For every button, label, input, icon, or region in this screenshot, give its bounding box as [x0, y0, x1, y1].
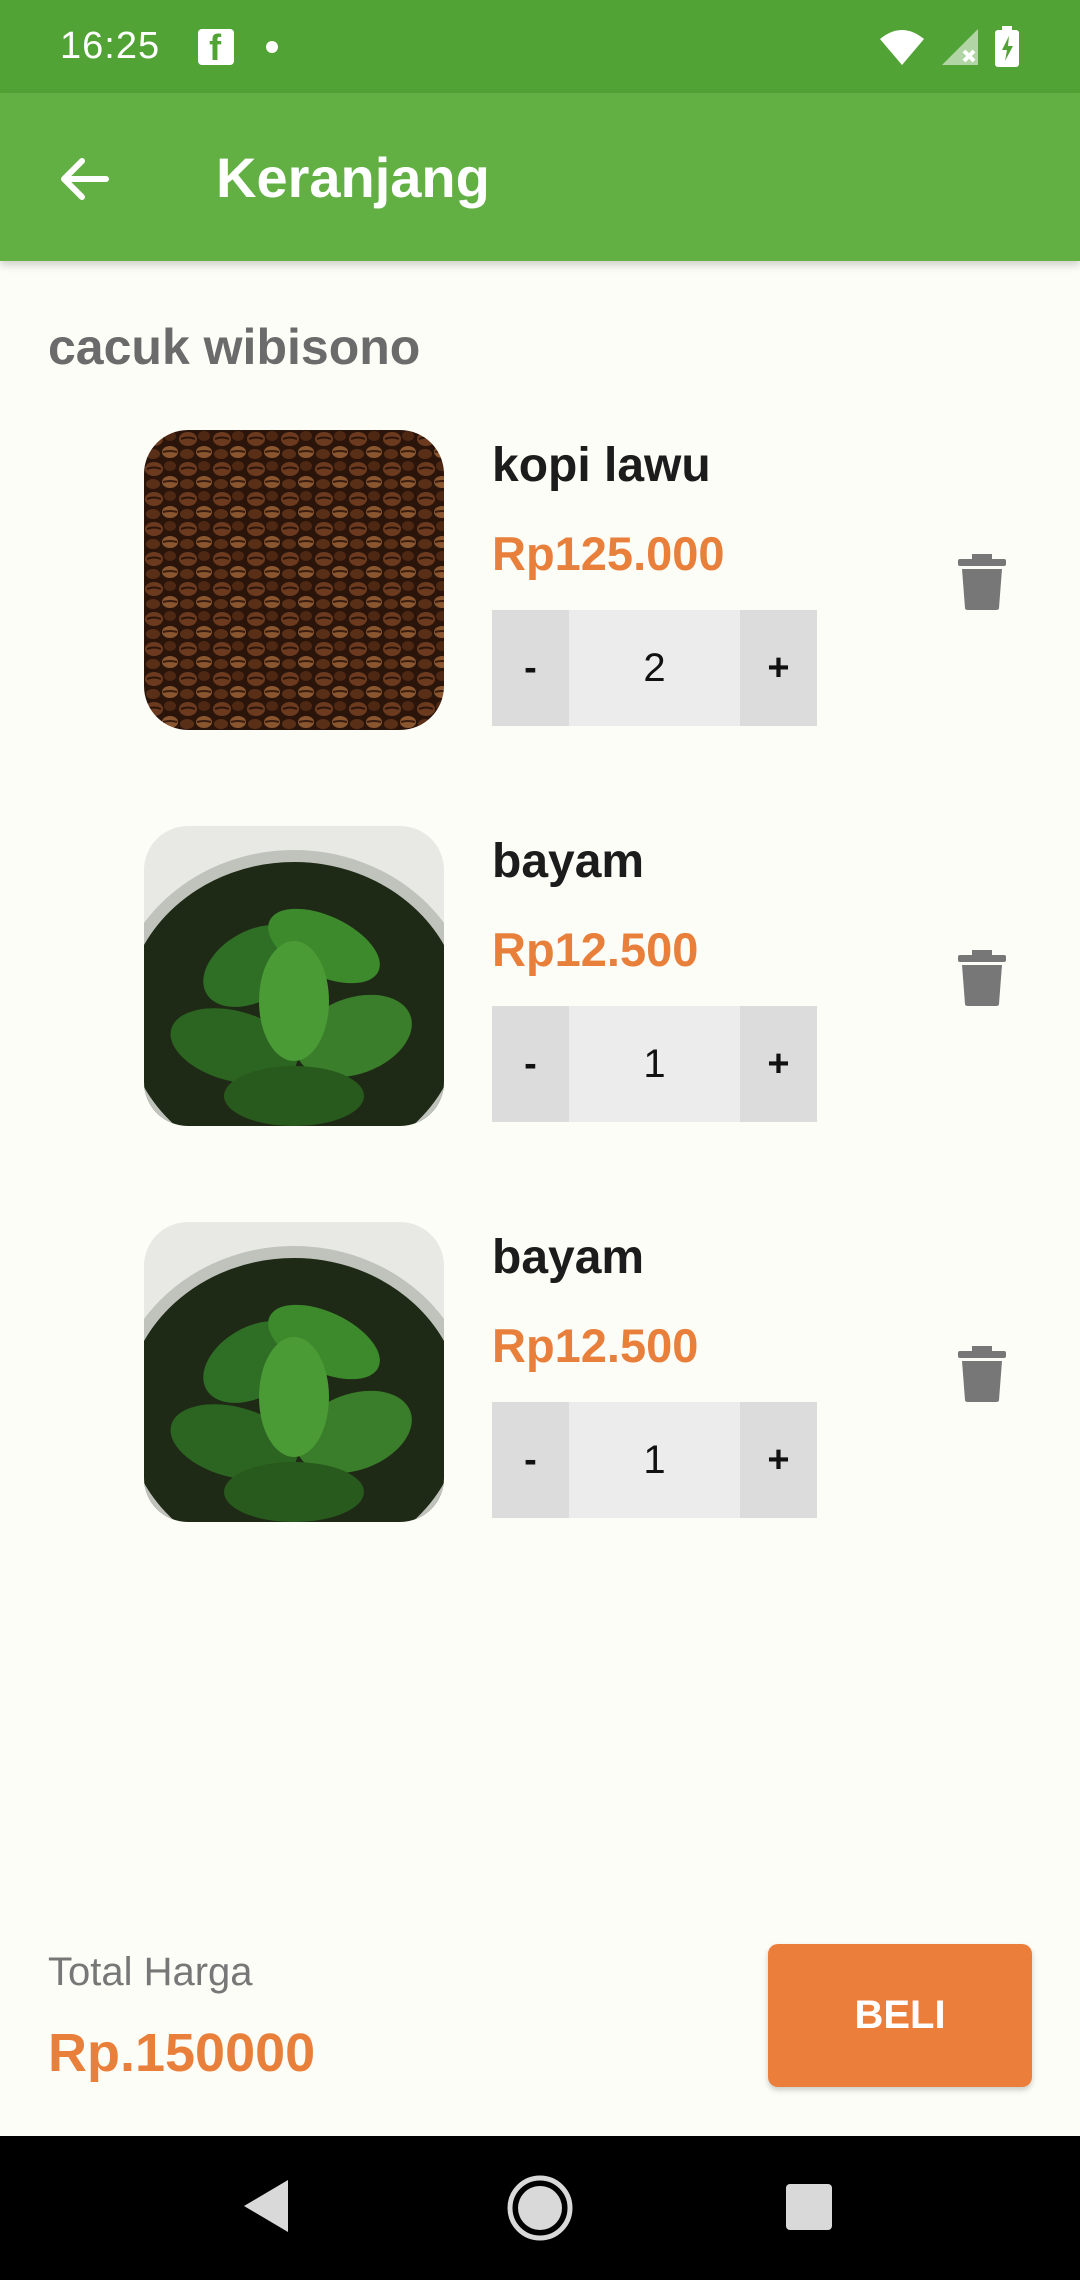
decrease-button[interactable]: -: [492, 1006, 569, 1122]
product-image-coffee[interactable]: [144, 430, 444, 730]
product-price: Rp125.000: [492, 527, 725, 580]
delete-icon[interactable]: [958, 554, 1006, 610]
buy-button[interactable]: BELI: [768, 1944, 1032, 2087]
total-label: Total Harga: [48, 1950, 253, 1994]
total-value: Rp.150000: [48, 2023, 316, 2083]
quantity-stepper: - 1 +: [492, 1006, 817, 1122]
quantity-stepper: - 1 +: [492, 1402, 817, 1518]
product-price: Rp12.500: [492, 1319, 699, 1372]
recents-square-icon[interactable]: [786, 2184, 832, 2230]
product-image-spinach[interactable]: [144, 1222, 444, 1522]
product-name: bayam: [492, 1231, 645, 1284]
home-circle-icon[interactable]: [506, 2174, 574, 2242]
arrow-back-icon[interactable]: [54, 149, 114, 209]
facebook-icon: [198, 27, 235, 69]
increase-button[interactable]: +: [740, 1402, 817, 1518]
product-name: kopi lawu: [492, 439, 711, 492]
battery-icon: [995, 26, 1019, 67]
delete-icon[interactable]: [958, 950, 1006, 1006]
delete-icon[interactable]: [958, 1346, 1006, 1402]
navigation-bar: [0, 2136, 1080, 2280]
product-image-spinach[interactable]: [144, 826, 444, 1126]
cart-item: bayam Rp12.500 - 1 +: [0, 1222, 1080, 1522]
product-price: Rp12.500: [492, 923, 699, 976]
quantity-value: 2: [569, 610, 740, 726]
status-time: 16:25: [60, 25, 161, 67]
page-title: Keranjang: [216, 146, 490, 209]
status-bar: 16:25: [0, 0, 1080, 93]
cart-item: bayam Rp12.500 - 1 +: [0, 826, 1080, 1126]
increase-button[interactable]: +: [740, 610, 817, 726]
back-triangle-icon[interactable]: [244, 2180, 288, 2232]
decrease-button[interactable]: -: [492, 1402, 569, 1518]
signal-icon: [942, 29, 978, 65]
wifi-icon: [880, 30, 924, 65]
status-icons: [878, 26, 1020, 68]
cart-item: kopi lawu Rp125.000 - 2 +: [0, 430, 1080, 730]
product-name: bayam: [492, 835, 645, 888]
decrease-button[interactable]: -: [492, 610, 569, 726]
app-bar: Keranjang: [0, 93, 1080, 261]
quantity-value: 1: [569, 1006, 740, 1122]
notification-dot-icon: [266, 40, 279, 53]
seller-name: cacuk wibisono: [48, 319, 421, 375]
quantity-value: 1: [569, 1402, 740, 1518]
quantity-stepper: - 2 +: [492, 610, 817, 726]
increase-button[interactable]: +: [740, 1006, 817, 1122]
